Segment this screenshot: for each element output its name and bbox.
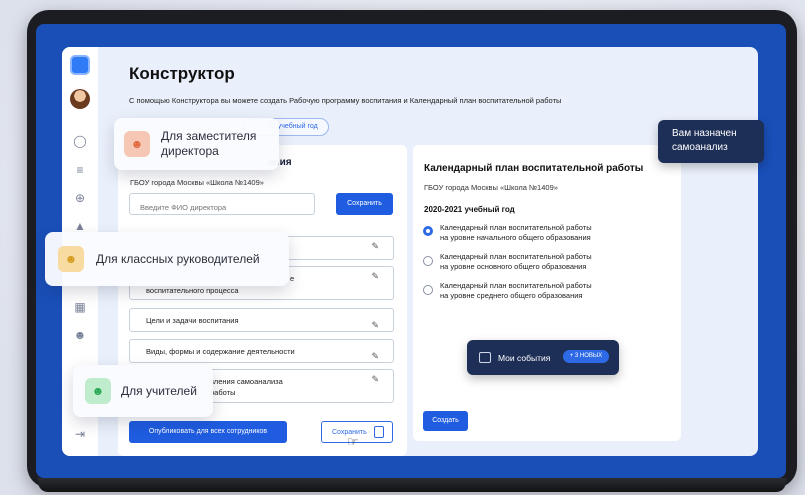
section-label: Цели и задачи воспитания [146, 316, 239, 325]
laptop-base [38, 478, 786, 492]
calendar-plan-title: Календарный план воспитательной работы [424, 163, 644, 174]
pencil-icon[interactable]: ✎ [371, 344, 379, 368]
option-secondary[interactable]: Календарный план воспитательной работы н… [440, 281, 640, 301]
graduation-cap-icon[interactable]: ▲ [73, 219, 87, 233]
radio-primary[interactable] [423, 226, 433, 236]
app-logo[interactable] [70, 55, 90, 75]
create-button[interactable]: Создать [423, 411, 468, 431]
pencil-icon[interactable]: ✎ [371, 374, 379, 385]
users-icon: ☻ [124, 131, 150, 157]
option-line2: на уровне среднего общего образования [440, 291, 583, 300]
page-description: С помощью Конструктора вы можете создать… [129, 96, 562, 105]
section-label: воспитательного процесса [146, 286, 239, 295]
radio-secondary[interactable] [423, 285, 433, 295]
page-title: Конструктор [129, 64, 235, 83]
self-analysis-notification[interactable]: Вам назначен самоанализ [658, 120, 764, 163]
document-icon [374, 426, 384, 438]
calendar-plan-school: ГБОУ города Москвы «Школа №1409» [424, 183, 558, 192]
teachers-label: Для учителей [121, 384, 197, 398]
deputy-director-card[interactable]: ☻ Для заместителя директора [114, 118, 279, 170]
pencil-icon[interactable]: ✎ [371, 313, 379, 337]
events-badge: + 3 НОВЫХ [563, 350, 609, 363]
pencil-icon[interactable]: ✎ [371, 271, 379, 282]
calendar-icon [479, 352, 491, 363]
users-icon: ☻ [85, 378, 111, 404]
program-section-item[interactable]: Виды, формы и содержание деятельности ✎ [129, 339, 394, 363]
section-label-top: е [290, 274, 295, 283]
events-label: Мои события [498, 353, 551, 363]
option-basic[interactable]: Календарный план воспитательной работы н… [440, 252, 640, 272]
deputy-director-label: Для заместителя директора [161, 129, 257, 158]
self-analysis-line2: самоанализ [672, 142, 728, 153]
class-leaders-card[interactable]: ☻ Для классных руководителей [45, 232, 289, 286]
option-line2: на уровне основного общего образования [440, 262, 587, 271]
teachers-card[interactable]: ☻ Для учителей [73, 365, 213, 417]
self-analysis-line1: Вам назначен [672, 128, 737, 139]
users-icon[interactable]: ☻ [73, 328, 87, 342]
option-line1: Календарный план воспитательной работы [440, 252, 592, 261]
calendar-plan-year: 2020-2021 учебный год [424, 205, 515, 214]
option-line2: на уровне начального общего образования [440, 233, 591, 242]
avatar[interactable] [70, 89, 90, 109]
director-name-input[interactable] [129, 193, 315, 215]
calendar-icon[interactable]: ▦ [73, 300, 87, 314]
save-director-button[interactable]: Сохранить [336, 193, 393, 215]
logout-icon[interactable]: ⇥ [73, 427, 87, 441]
stack-icon[interactable]: ≡ [73, 163, 87, 177]
lightbulb-icon[interactable]: ◯ [73, 134, 87, 148]
section-label-bottom: работы [210, 388, 236, 397]
program-school: ГБОУ города Москвы «Школа №1409» [130, 178, 264, 187]
section-label: вления самоанализа [210, 377, 283, 386]
section-label: Виды, формы и содержание деятельности [146, 347, 295, 356]
class-leaders-label: Для классных руководителей [96, 252, 260, 266]
radio-basic[interactable] [423, 256, 433, 266]
option-line1: Календарный план воспитательной работы [440, 223, 592, 232]
users-icon: ☻ [58, 246, 84, 272]
program-section-item[interactable]: Цели и задачи воспитания ✎ [129, 308, 394, 332]
cursor-icon: ☞ [347, 434, 359, 449]
publish-button[interactable]: Опубликовать для всех сотрудников [129, 421, 287, 443]
globe-icon[interactable]: ⊕ [73, 191, 87, 205]
option-line1: Календарный план воспитательной работы [440, 281, 592, 290]
pencil-icon[interactable]: ✎ [371, 241, 379, 252]
option-primary[interactable]: Календарный план воспитательной работы н… [440, 223, 640, 243]
